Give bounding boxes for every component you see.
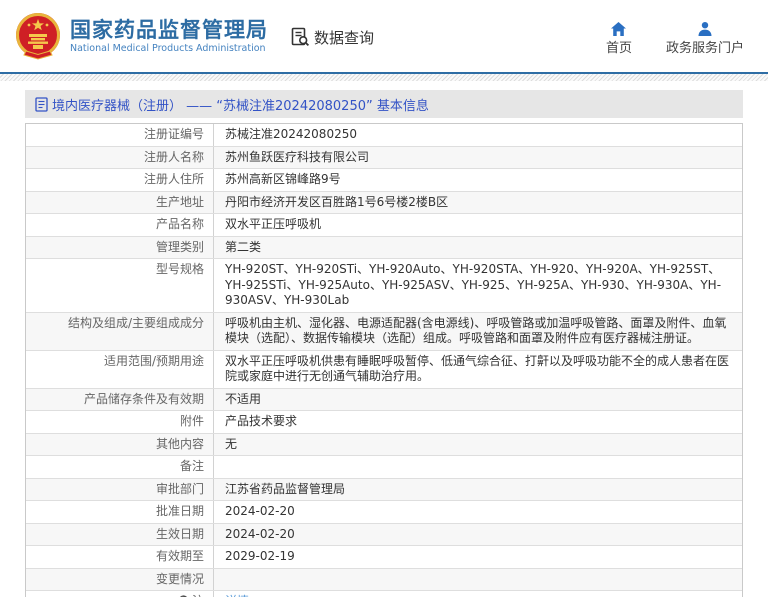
table-row: 注详情 <box>26 591 742 597</box>
table-row: 结构及组成/主要组成成分 呼吸机由主机、湿化器、电源适配器(含电源线)、呼吸管路或… <box>26 312 742 351</box>
row-value: 丹阳市经济开发区百胜路1号6号楼2楼B区 <box>225 194 449 209</box>
row-value: YH-920ST、YH-920STi、YH-920Auto、YH-920STA、… <box>225 262 722 307</box>
table-row: 注册人名称 苏州鱼跃医疗科技有限公司 <box>26 146 742 169</box>
table-row: 管理类别 第二类 <box>26 236 742 259</box>
row-value: 苏械注准20242080250 <box>225 127 357 141</box>
row-label: 结构及组成/主要组成成分 <box>26 312 214 350</box>
row-label: 生效日期 <box>26 523 214 545</box>
top-nav: 首页 政务服务门户 <box>606 15 744 58</box>
table-row: 注册证编号 苏械注准20242080250 <box>26 124 742 147</box>
hatch-texture <box>0 74 768 81</box>
site-header: 国家药品监督管理局 National Medical Products Admi… <box>0 0 768 72</box>
row-value: 江苏省药品监督管理局 <box>225 481 346 496</box>
nav-item-label: 政务服务门户 <box>665 40 744 56</box>
row-value: 2029-02-19 <box>225 549 295 563</box>
row-label: 产品名称 <box>26 214 214 236</box>
row-value: 呼吸机由主机、湿化器、电源适配器(含电源线)、呼吸管路或加温呼吸管路、面罩及附件… <box>225 315 727 346</box>
row-label: 注册证编号 <box>26 124 214 146</box>
row-value: 2024-02-20 <box>225 504 295 518</box>
row-value: 双水平正压呼吸机 <box>225 217 322 231</box>
table-row: 产品名称 双水平正压呼吸机 <box>26 214 742 237</box>
row-value: 无 <box>225 436 238 451</box>
table-row: 适用范围/预期用途 双水平正压呼吸机供患有睡眠呼吸暂停、低通气综合征、打鼾以及呼吸… <box>26 350 742 389</box>
row-value: 苏州鱼跃医疗科技有限公司 <box>225 149 370 164</box>
row-value <box>214 569 742 591</box>
table-row: 型号规格 YH-920ST、YH-920STi、YH-920Auto、YH-920… <box>26 259 742 313</box>
data-query-link[interactable]: 数据查询 <box>290 27 374 48</box>
row-label: 审批部门 <box>26 478 214 500</box>
row-label: 型号规格 <box>26 259 214 312</box>
row-value: 详情 <box>214 591 742 597</box>
national-emblem-icon <box>16 13 60 60</box>
nav-item-label: 首页 <box>605 40 632 56</box>
row-value: 2024-02-20 <box>225 526 295 541</box>
agency-titles: 国家药品监督管理局 National Medical Products Admi… <box>70 18 268 55</box>
row-value: 产品技术要求 <box>225 414 298 428</box>
table-row: 批准日期 2024-02-20 <box>26 501 742 524</box>
row-label: 产品储存条件及有效期 <box>26 388 214 410</box>
table-row: 注册人住所 苏州高新区锦峰路9号 <box>26 169 742 192</box>
row-label: 注 <box>26 591 214 597</box>
row-label: 变更情况 <box>26 568 214 590</box>
table-row: 产品储存条件及有效期 不适用 <box>26 388 742 411</box>
table-row: 生产地址 丹阳市经济开发区百胜路1号6号楼2楼B区 <box>26 191 742 214</box>
main-content: 境内医疗器械（注册） —— “苏械注准20242080250” 基本信息 注册证… <box>0 81 768 597</box>
row-label: 注册人名称 <box>26 146 214 168</box>
row-label: 附件 <box>26 411 214 433</box>
info-table: 注册证编号 苏械注准20242080250 注册人名称 苏州鱼跃医疗科技有限公司 注册人… <box>25 123 743 597</box>
data-query-label: 数据查询 <box>314 28 375 47</box>
nav-item-gov-portal[interactable]: 政务服务门户 <box>666 21 744 58</box>
document-icon <box>35 96 48 112</box>
document-search-icon <box>291 27 310 47</box>
nav-item-home[interactable]: 首页 <box>606 21 632 58</box>
page-title: 境内医疗器械（注册） —— “苏械注准20242080250” 基本信息 <box>52 98 429 114</box>
agency-logo[interactable]: 国家药品监督管理局 National Medical Products Admi… <box>14 11 268 61</box>
table-row: 变更情况 <box>26 568 742 591</box>
row-label: 其他内容 <box>26 433 214 455</box>
table-row: 生效日期 2024-02-20 <box>26 523 742 546</box>
page-title-bar: 境内医疗器械（注册） —— “苏械注准20242080250” 基本信息 <box>25 90 743 118</box>
table-row: 审批部门 江苏省药品监督管理局 <box>26 478 742 501</box>
row-label: 管理类别 <box>26 236 214 258</box>
table-row: 备注 <box>26 456 742 479</box>
row-label: 批准日期 <box>26 501 214 523</box>
agency-name-zh: 国家药品监督管理局 <box>70 17 268 42</box>
row-label: 有效期至 <box>26 546 214 568</box>
agency-name-en: National Medical Products Administration <box>70 42 266 54</box>
row-label: 注册人住所 <box>26 169 214 191</box>
user-icon <box>698 21 712 36</box>
home-icon <box>611 21 627 36</box>
table-row: 有效期至 2029-02-19 <box>26 546 742 569</box>
row-value: 双水平正压呼吸机供患有睡眠呼吸暂停、低通气综合征、打鼾以及呼吸功能不全的成人患者… <box>225 353 730 384</box>
table-row: 附件 产品技术要求 <box>26 411 742 434</box>
row-value <box>214 456 742 478</box>
row-value: 不适用 <box>225 391 262 406</box>
table-row: 其他内容无 <box>26 433 742 456</box>
row-label: 备注 <box>26 456 214 478</box>
row-value: 第二类 <box>225 239 262 254</box>
row-label: 适用范围/预期用途 <box>26 350 214 388</box>
row-value: 苏州高新区锦峰路9号 <box>225 172 341 186</box>
row-label: 生产地址 <box>26 191 214 213</box>
